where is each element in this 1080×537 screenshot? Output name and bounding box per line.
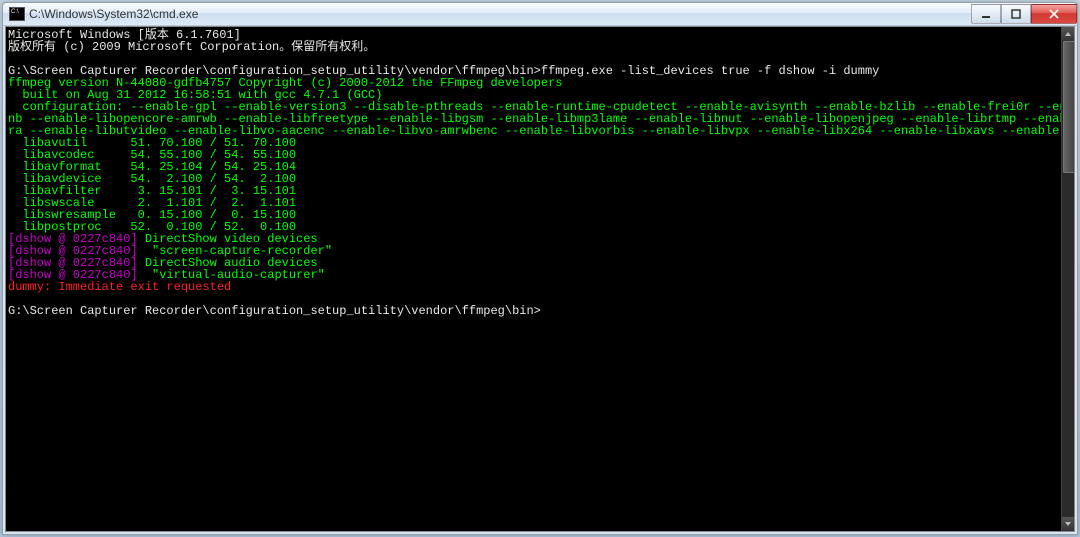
terminal-client: Microsoft Windows [版本 6.1.7601]版权所有 (c) … [5, 26, 1075, 532]
cmd-window: C:\Windows\System32\cmd.exe Microsoft Wi… [2, 2, 1078, 535]
window-title: C:\Windows\System32\cmd.exe [29, 7, 971, 21]
close-button[interactable] [1031, 4, 1077, 24]
terminal-output[interactable]: Microsoft Windows [版本 6.1.7601]版权所有 (c) … [6, 27, 1062, 531]
window-buttons [971, 4, 1077, 24]
chevron-down-icon [1064, 520, 1072, 528]
terminal-line: G:\Screen Capturer Recorder\configuratio… [8, 305, 1060, 317]
chevron-up-icon [1064, 30, 1072, 38]
minimize-icon [981, 9, 991, 19]
terminal-line: 版权所有 (c) 2009 Microsoft Corporation。保留所有… [8, 41, 1060, 53]
close-icon [1048, 9, 1060, 19]
minimize-button[interactable] [971, 4, 1001, 24]
scroll-up-button[interactable] [1062, 27, 1074, 41]
vertical-scrollbar[interactable] [1061, 27, 1074, 531]
maximize-button[interactable] [1001, 4, 1031, 24]
scroll-down-button[interactable] [1062, 517, 1074, 531]
terminal-line: dummy: Immediate exit requested [8, 281, 1060, 293]
maximize-icon [1011, 9, 1021, 19]
cmd-icon [9, 7, 25, 21]
titlebar[interactable]: C:\Windows\System32\cmd.exe [3, 3, 1077, 26]
scroll-thumb[interactable] [1063, 41, 1075, 173]
